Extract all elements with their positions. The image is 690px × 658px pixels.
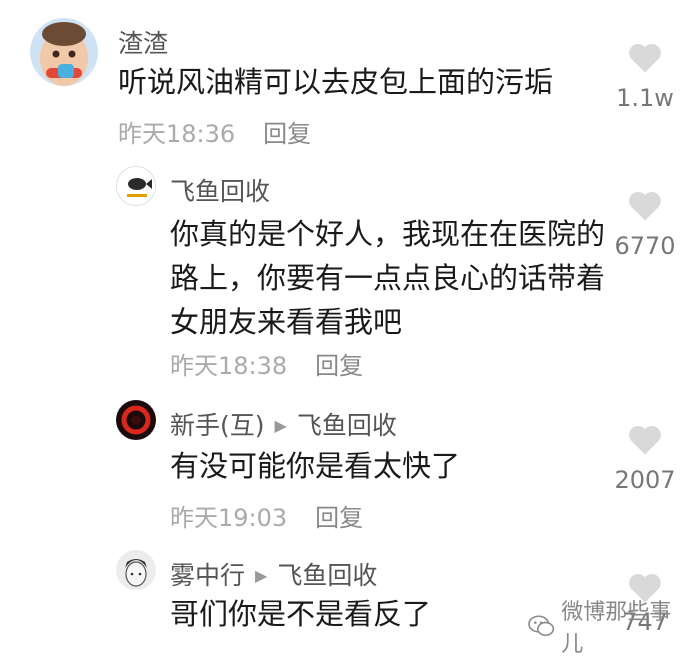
comment-author[interactable]: 飞鱼回收 bbox=[170, 172, 270, 208]
comment-time: 昨天18:38 bbox=[170, 352, 288, 380]
fish-logo-icon bbox=[117, 167, 155, 205]
heart-icon bbox=[629, 425, 661, 455]
comment-author-line: 新手(互) ▶ 飞鱼回收 bbox=[170, 406, 397, 442]
comment-text: 你真的是个好人，我现在在医院的 bbox=[170, 217, 606, 251]
baby-avatar-image bbox=[30, 18, 98, 86]
heart-icon bbox=[629, 43, 661, 73]
comment-meta: 昨天18:36 回复 bbox=[118, 114, 311, 149]
like-button[interactable]: 2007 bbox=[605, 424, 685, 494]
reply-button[interactable]: 回复 bbox=[263, 120, 311, 148]
comment-text: 听说风油精可以去皮包上面的污垢 bbox=[118, 65, 554, 99]
heart-icon bbox=[629, 191, 661, 221]
comment-author[interactable]: 雾中行 bbox=[170, 561, 245, 590]
comment-text: 有没可能你是看太快了 bbox=[170, 449, 461, 483]
comment-meta: 昨天19:03 回复 bbox=[170, 498, 363, 533]
watermark: 微博那些事儿 bbox=[528, 594, 690, 658]
comment-text: 哥们你是不是看反了 bbox=[170, 597, 432, 631]
avatar-user-xinshou[interactable] bbox=[116, 400, 156, 440]
red-ring-avatar-image bbox=[116, 400, 156, 440]
watermark-text: 微博那些事儿 bbox=[561, 600, 672, 657]
comment-author-line: 雾中行 ▶ 飞鱼回收 bbox=[170, 556, 377, 592]
reply-button[interactable]: 回复 bbox=[315, 504, 363, 532]
like-button[interactable]: 6770 bbox=[605, 190, 685, 260]
like-count: 2007 bbox=[614, 466, 676, 494]
wechat-icon bbox=[528, 615, 555, 637]
comment-text: 路上，你要有一点点良心的话带着 bbox=[170, 261, 606, 295]
comment-author[interactable]: 新手(互) bbox=[170, 411, 265, 440]
triangle-right-icon: ▶ bbox=[274, 416, 287, 435]
comment-time: 昨天18:36 bbox=[118, 120, 236, 148]
sketch-avatar-image bbox=[116, 550, 156, 590]
triangle-right-icon: ▶ bbox=[255, 566, 268, 585]
avatar-user-feiyu[interactable] bbox=[116, 166, 156, 206]
reply-button[interactable]: 回复 bbox=[315, 352, 363, 380]
avatar-user-zhazha[interactable] bbox=[30, 18, 98, 86]
comment-time: 昨天19:03 bbox=[170, 504, 288, 532]
comment-text: 女朋友来看看我吧 bbox=[170, 305, 403, 339]
like-button[interactable]: 1.1w bbox=[605, 42, 685, 112]
comment-meta: 昨天18:38 回复 bbox=[170, 346, 363, 381]
like-count: 6770 bbox=[614, 232, 676, 260]
comment-author[interactable]: 渣渣 bbox=[118, 24, 168, 60]
like-count: 1.1w bbox=[616, 84, 674, 112]
reply-to-author[interactable]: 飞鱼回收 bbox=[277, 561, 377, 590]
avatar-user-wuzhongxing[interactable] bbox=[116, 550, 156, 590]
reply-to-author[interactable]: 飞鱼回收 bbox=[297, 411, 397, 440]
